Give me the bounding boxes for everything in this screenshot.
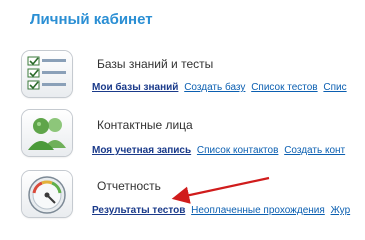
my-knowledge-bases-link[interactable]: Мои базы знаний — [92, 82, 178, 93]
create-base-link[interactable]: Создать базу — [184, 82, 245, 93]
section-title: Контактные лица — [97, 118, 193, 132]
section-title: Базы знаний и тесты — [97, 57, 214, 71]
journal-link-truncated[interactable]: Жур — [331, 205, 351, 216]
gauge-icon[interactable] — [22, 171, 72, 217]
contacts-people-icon[interactable] — [22, 110, 72, 156]
my-account-link[interactable]: Моя учетная запись — [92, 145, 191, 156]
section-contacts: Контактные лица Моя учетная запись Списо… — [22, 110, 365, 162]
test-results-link[interactable]: Результаты тестов — [92, 205, 185, 216]
list-link-truncated[interactable]: Спис — [323, 82, 346, 93]
section-reports: Отчетность Результаты тестов Неоплаченны… — [22, 171, 365, 223]
section-links: Мои базы знаний Создать базу Список тест… — [92, 82, 365, 93]
contact-list-link[interactable]: Список контактов — [197, 145, 278, 156]
page-title: Личный кабинет — [30, 11, 153, 28]
test-list-link[interactable]: Список тестов — [251, 82, 317, 93]
section-links: Моя учетная запись Список контактов Созд… — [92, 145, 365, 156]
checklist-icon[interactable] — [22, 51, 72, 97]
unpaid-attempts-link[interactable]: Неоплаченные прохождения — [191, 205, 325, 216]
section-knowledge-bases: Базы знаний и тесты Мои базы знаний Созд… — [22, 51, 365, 103]
section-links: Результаты тестов Неоплаченные прохожден… — [92, 205, 365, 216]
create-contact-link-truncated[interactable]: Создать конт — [284, 145, 345, 156]
section-title: Отчетность — [97, 179, 161, 193]
